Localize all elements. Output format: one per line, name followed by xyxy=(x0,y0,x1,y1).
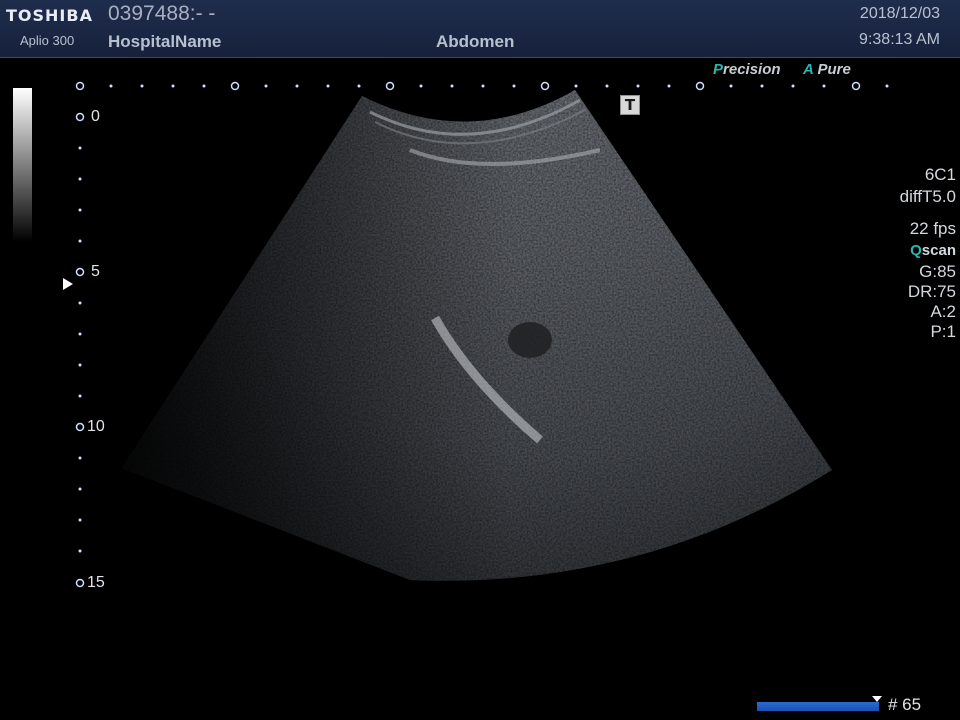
probe-name: 6C1 xyxy=(924,165,956,184)
imaging-mode: diffT5.0 xyxy=(899,187,956,206)
cine-progress-bar[interactable] xyxy=(757,702,879,711)
model-name: Aplio 300 xyxy=(20,33,75,48)
ultrasound-image xyxy=(122,90,832,581)
hypoechoic-lesion xyxy=(508,322,552,358)
qscan-initial: Q xyxy=(910,242,922,259)
cine-pointer-icon[interactable] xyxy=(872,696,882,702)
apure-initial: A xyxy=(803,61,814,78)
dynamic-range-value: DR:75 xyxy=(907,282,956,301)
t-marker-icon[interactable]: T xyxy=(620,95,640,115)
patient-id: 0397488:- - xyxy=(108,2,216,25)
exam-preset: Abdomen xyxy=(436,32,515,51)
depth-label-15: 15 xyxy=(87,574,105,591)
imaging-parameters: 6C1 diffT5.0 22 fps Qscan G:85 DR:75 A:2… xyxy=(900,164,956,342)
exam-date: 2018/12/03 xyxy=(859,5,940,22)
header-bar: TOSHIBA Aplio 300 0397488:- - HospitalNa… xyxy=(0,0,960,58)
apure-rest: Pure xyxy=(817,61,851,78)
exam-time: 9:38:13 AM xyxy=(859,31,940,48)
hospital-name: HospitalName xyxy=(108,32,222,51)
qscan-rest: scan xyxy=(921,242,956,259)
gain-value: G:85 xyxy=(919,262,956,281)
lateral-scale xyxy=(75,81,889,91)
frame-rate: 22 fps xyxy=(909,219,956,238)
precision-badge: Precision xyxy=(713,61,781,78)
focus-marker-icon xyxy=(63,278,73,290)
depth-label-10: 10 xyxy=(87,418,105,435)
depth-label-5: 5 xyxy=(91,263,100,280)
precision-rest: recision xyxy=(723,61,781,78)
a-value: A:2 xyxy=(930,302,956,321)
depth-scale xyxy=(75,112,85,588)
frame-number: # 65 xyxy=(888,695,922,714)
qscan-badge: Qscan xyxy=(900,240,956,262)
depth-label-0: 0 xyxy=(91,108,100,125)
precision-initial: P xyxy=(713,61,724,78)
apure-badge: A Pure xyxy=(803,61,851,78)
p-value: P:1 xyxy=(930,322,956,341)
brand-logo: TOSHIBA xyxy=(6,6,93,25)
